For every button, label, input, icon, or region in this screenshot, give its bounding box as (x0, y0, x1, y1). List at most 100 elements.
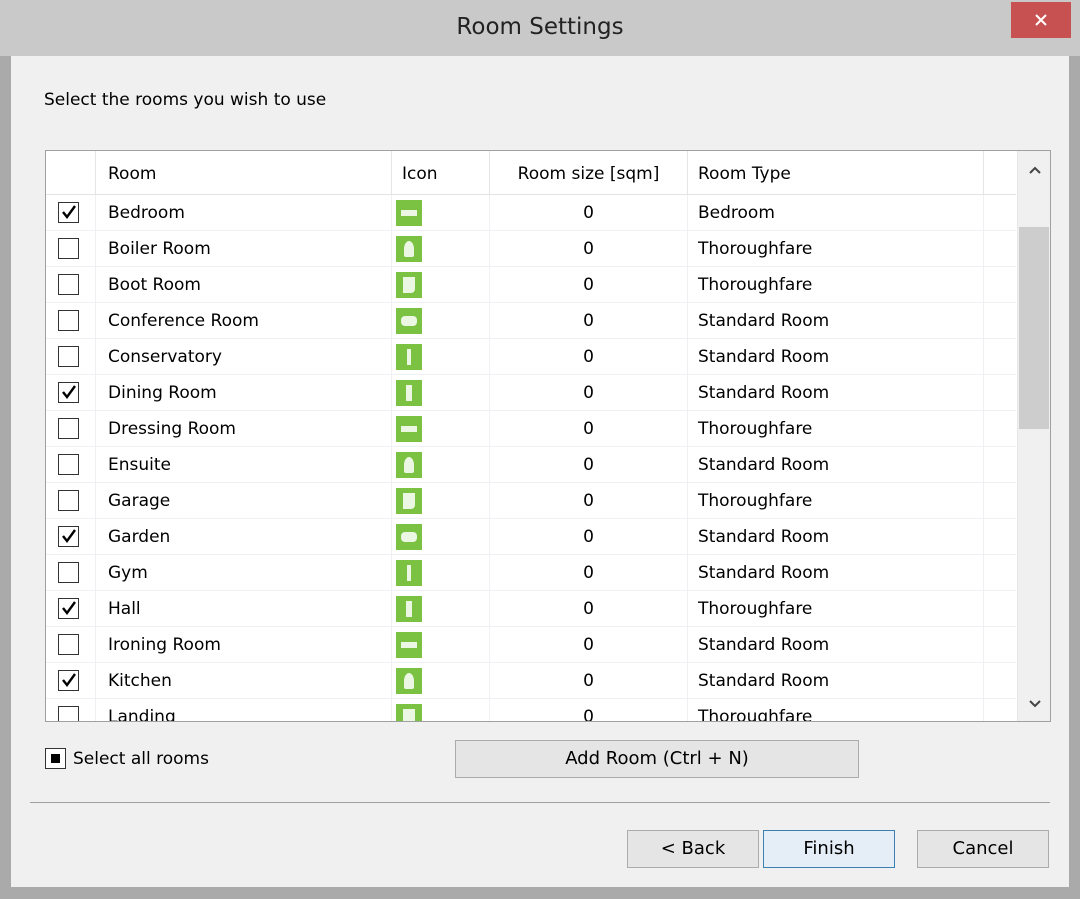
room-name-cell[interactable]: Conservatory (96, 339, 392, 375)
row-checkbox[interactable] (58, 562, 79, 583)
room-size-cell[interactable]: 0 (490, 555, 688, 591)
room-type-cell[interactable]: Thoroughfare (688, 411, 984, 447)
row-checkbox[interactable] (58, 454, 79, 475)
table-row[interactable]: Bedroom 0 Bedroom (46, 195, 1016, 231)
header-room-size[interactable]: Room size [sqm] (490, 151, 688, 195)
room-name-cell[interactable]: Boot Room (96, 267, 392, 303)
room-size-cell[interactable]: 0 (490, 303, 688, 339)
room-type-cell[interactable]: Thoroughfare (688, 591, 984, 627)
row-checkbox[interactable] (58, 418, 79, 439)
room-size-cell[interactable]: 0 (490, 267, 688, 303)
row-extra-cell (984, 303, 1016, 339)
room-name-cell[interactable]: Kitchen (96, 663, 392, 699)
room-name-cell[interactable]: Boiler Room (96, 231, 392, 267)
room-name-cell[interactable]: Conference Room (96, 303, 392, 339)
table-row[interactable]: Ironing Room 0 Standard Room (46, 627, 1016, 663)
room-type-cell[interactable]: Thoroughfare (688, 267, 984, 303)
row-checkbox[interactable] (58, 598, 79, 619)
close-button[interactable] (1011, 2, 1071, 38)
row-checkbox[interactable] (58, 706, 79, 721)
header-room[interactable]: Room (96, 151, 392, 195)
room-type-cell[interactable]: Standard Room (688, 447, 984, 483)
table-row[interactable]: Conservatory 0 Standard Room (46, 339, 1016, 375)
table-row[interactable]: Ensuite 0 Standard Room (46, 447, 1016, 483)
table-row[interactable]: Garage 0 Thoroughfare (46, 483, 1016, 519)
row-checkbox[interactable] (58, 670, 79, 691)
row-checkbox[interactable] (58, 490, 79, 511)
room-size-cell[interactable]: 0 (490, 627, 688, 663)
close-icon (1035, 14, 1047, 26)
room-name-cell[interactable]: Dressing Room (96, 411, 392, 447)
finish-button[interactable]: Finish (763, 830, 895, 868)
header-icon[interactable]: Icon (392, 151, 490, 195)
row-checkbox[interactable] (58, 346, 79, 367)
room-size-cell[interactable]: 0 (490, 411, 688, 447)
room-size-cell[interactable]: 0 (490, 375, 688, 411)
shower-icon (396, 452, 422, 478)
add-room-button[interactable]: Add Room (Ctrl + N) (455, 740, 859, 778)
vertical-scrollbar[interactable] (1017, 151, 1050, 721)
room-icon-cell (392, 591, 490, 627)
room-type-cell[interactable]: Standard Room (688, 375, 984, 411)
select-all-box[interactable] (45, 748, 66, 769)
row-checkbox[interactable] (58, 274, 79, 295)
row-extra-cell (984, 375, 1016, 411)
table-row[interactable]: Kitchen 0 Standard Room (46, 663, 1016, 699)
row-checkbox[interactable] (58, 310, 79, 331)
room-size-cell[interactable]: 0 (490, 483, 688, 519)
table-row[interactable]: Garden 0 Standard Room (46, 519, 1016, 555)
room-name-cell[interactable]: Bedroom (96, 195, 392, 231)
room-name-cell[interactable]: Garage (96, 483, 392, 519)
back-button[interactable]: < Back (627, 830, 759, 868)
table-row[interactable]: Dining Room 0 Standard Room (46, 375, 1016, 411)
row-checkbox[interactable] (58, 202, 79, 223)
room-size-cell[interactable]: 0 (490, 231, 688, 267)
header-room-type[interactable]: Room Type (688, 151, 984, 195)
row-extra-cell (984, 663, 1016, 699)
row-checkbox[interactable] (58, 526, 79, 547)
row-extra-cell (984, 627, 1016, 663)
scroll-up-button[interactable] (1018, 159, 1050, 181)
row-checkbox[interactable] (58, 634, 79, 655)
room-type-cell[interactable]: Thoroughfare (688, 699, 984, 721)
room-type-cell[interactable]: Thoroughfare (688, 483, 984, 519)
table-row[interactable]: Landing 0 Thoroughfare (46, 699, 1016, 721)
scroll-down-button[interactable] (1018, 693, 1050, 715)
table-row[interactable]: Dressing Room 0 Thoroughfare (46, 411, 1016, 447)
room-name-cell[interactable]: Landing (96, 699, 392, 721)
room-type-cell[interactable]: Standard Room (688, 627, 984, 663)
room-size-cell[interactable]: 0 (490, 519, 688, 555)
row-checkbox[interactable] (58, 382, 79, 403)
room-type-cell[interactable]: Thoroughfare (688, 231, 984, 267)
row-extra-cell (984, 267, 1016, 303)
room-name-cell[interactable]: Hall (96, 591, 392, 627)
room-size-cell[interactable]: 0 (490, 339, 688, 375)
room-type-cell[interactable]: Standard Room (688, 555, 984, 591)
room-size-cell[interactable]: 0 (490, 195, 688, 231)
table-row[interactable]: Conference Room 0 Standard Room (46, 303, 1016, 339)
room-size-cell[interactable]: 0 (490, 447, 688, 483)
icon-glyph (401, 426, 417, 432)
room-type-cell[interactable]: Bedroom (688, 195, 984, 231)
row-checkbox[interactable] (58, 238, 79, 259)
table-row[interactable]: Hall 0 Thoroughfare (46, 591, 1016, 627)
room-name-cell[interactable]: Garden (96, 519, 392, 555)
room-name-cell[interactable]: Ensuite (96, 447, 392, 483)
title-bar[interactable]: Room Settings (0, 0, 1080, 56)
table-row[interactable]: Gym 0 Standard Room (46, 555, 1016, 591)
table-row[interactable]: Boiler Room 0 Thoroughfare (46, 231, 1016, 267)
room-type-cell[interactable]: Standard Room (688, 663, 984, 699)
room-size-cell[interactable]: 0 (490, 699, 688, 721)
room-type-cell[interactable]: Standard Room (688, 339, 984, 375)
room-size-cell[interactable]: 0 (490, 591, 688, 627)
room-type-cell[interactable]: Standard Room (688, 303, 984, 339)
landing-icon (396, 704, 422, 721)
room-name-cell[interactable]: Dining Room (96, 375, 392, 411)
room-size-cell[interactable]: 0 (490, 663, 688, 699)
room-type-cell[interactable]: Standard Room (688, 519, 984, 555)
room-name-cell[interactable]: Ironing Room (96, 627, 392, 663)
table-row[interactable]: Boot Room 0 Thoroughfare (46, 267, 1016, 303)
room-name-cell[interactable]: Gym (96, 555, 392, 591)
scroll-thumb[interactable] (1019, 227, 1049, 429)
cancel-button[interactable]: Cancel (917, 830, 1049, 868)
